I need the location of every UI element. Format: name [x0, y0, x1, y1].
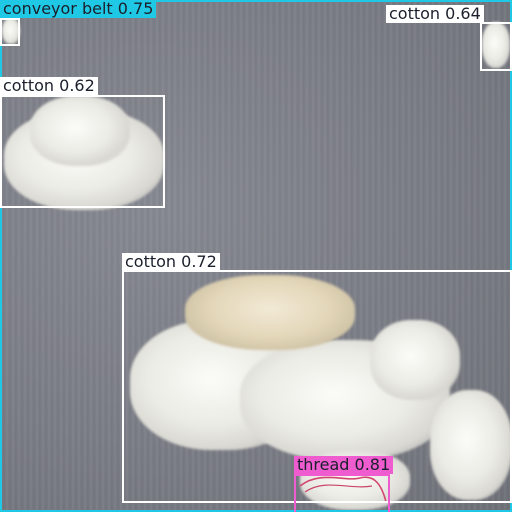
thread-box: [294, 474, 390, 512]
cotton-box-left: [0, 95, 165, 208]
cotton-label-large: cotton 0.72: [122, 253, 220, 271]
cotton-box-small: [0, 18, 20, 46]
cotton-box-top-right: [480, 22, 512, 71]
cotton-label-top-right: cotton 0.64: [386, 5, 484, 23]
conveyor-belt-label: conveyor belt 0.75: [0, 0, 157, 18]
detection-image: conveyor belt 0.75 cotton 0.64 cotton 0.…: [0, 0, 512, 512]
cotton-label-left: cotton 0.62: [0, 77, 98, 95]
thread-label: thread 0.81: [294, 456, 394, 474]
